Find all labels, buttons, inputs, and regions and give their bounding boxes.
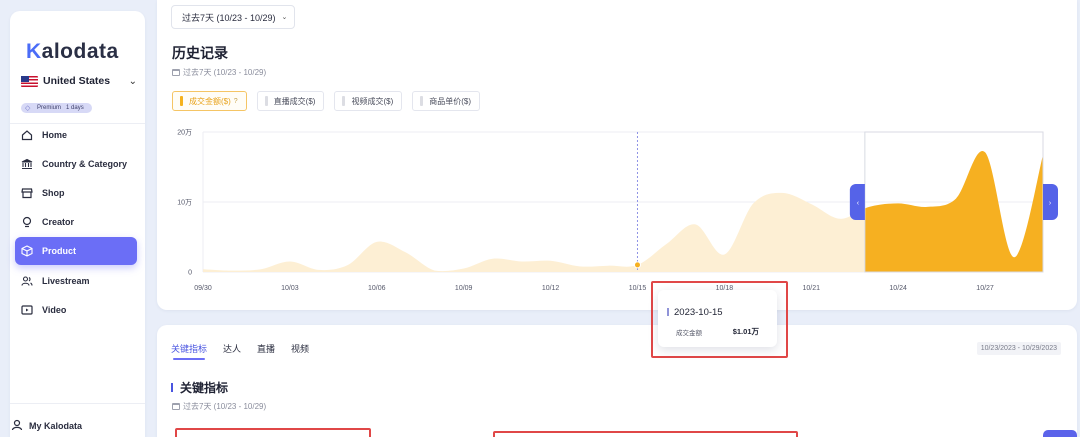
my-kalodata-label: My Kalodata	[29, 421, 83, 431]
key-metrics-card: 关键指标 达人 直播 视频 10/23/2023 - 10/29/2023 关键…	[157, 325, 1077, 437]
x-tick-label: 10/27	[976, 285, 994, 292]
tooltip-value: $1.01万	[732, 327, 759, 336]
floating-action-button[interactable]	[1043, 430, 1077, 437]
chart-tooltip: 2023-10-15 成交金额 $1.01万	[658, 290, 777, 347]
tooltip-accent	[667, 308, 669, 316]
date-range-chip: 10/23/2023 - 10/29/2023	[976, 342, 1061, 355]
tab-video[interactable]: 视频	[291, 342, 309, 360]
key-metrics-subtitle-text: 过去7天 (10/23 - 10/29)	[183, 402, 267, 411]
annotation-box	[493, 431, 798, 437]
x-tick-label: 10/21	[803, 285, 821, 292]
y-tick-label: 20万	[177, 129, 192, 137]
x-tick-label: 10/15	[629, 285, 647, 292]
history-chart[interactable]: 010万20万‹ ›09/30 10/03 10/06 10/09 10/12 10/15 1…	[0, 0, 1080, 310]
title-accent-bar	[171, 383, 173, 392]
tab-creators[interactable]: 达人	[223, 342, 241, 360]
divider	[10, 403, 145, 404]
tab-key-metrics[interactable]: 关键指标	[171, 342, 207, 360]
hover-point	[633, 261, 641, 269]
calendar-icon	[172, 403, 180, 410]
tab-livestream[interactable]: 直播	[257, 342, 275, 360]
my-kalodata-link[interactable]: My Kalodata	[11, 419, 82, 433]
y-tick-label: 10万	[177, 199, 192, 207]
y-tick-label: 0	[188, 270, 192, 277]
area-series-highlight	[864, 151, 1043, 272]
user-icon	[11, 419, 23, 433]
tooltip-date: 2023-10-15	[674, 307, 723, 318]
key-metrics-title-text: 关键指标	[180, 381, 229, 395]
x-tick-label: 10/12	[542, 285, 560, 292]
bottom-tabs: 关键指标 达人 直播 视频	[171, 342, 309, 360]
tooltip-label: 成交金额	[676, 330, 702, 337]
key-metrics-title: 关键指标	[171, 379, 228, 396]
key-metrics-subtitle: 过去7天 (10/23 - 10/29)	[172, 401, 266, 412]
x-tick-label: 10/09	[455, 285, 473, 292]
x-tick-label: 10/06	[368, 285, 386, 292]
x-tick-label: 10/03	[281, 285, 299, 292]
x-tick-label: 10/24	[889, 285, 907, 292]
annotation-box	[175, 428, 371, 437]
x-tick-label: 09/30	[194, 285, 212, 292]
